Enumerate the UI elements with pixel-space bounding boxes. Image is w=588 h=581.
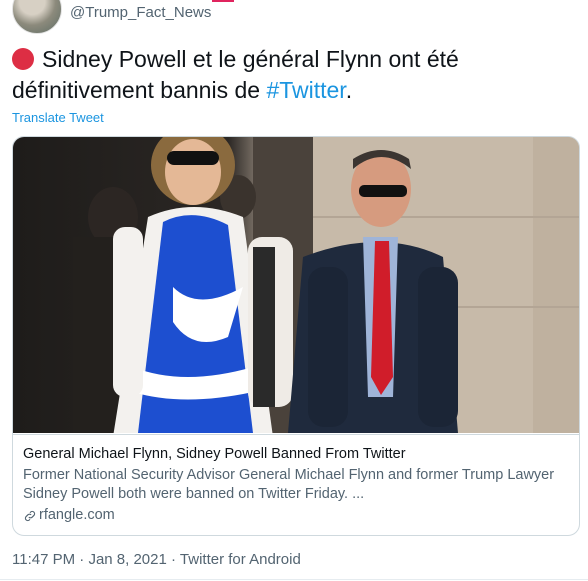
red-circle-icon bbox=[12, 48, 34, 70]
translate-tweet-link[interactable]: Translate Tweet bbox=[12, 110, 104, 125]
divider bbox=[0, 579, 588, 580]
card-text[interactable]: General Michael Flynn, Sidney Powell Ban… bbox=[13, 434, 579, 535]
hashtag-link[interactable]: #Twitter bbox=[266, 77, 345, 103]
card-domain-text[interactable]: rfangle.com bbox=[39, 506, 115, 525]
tweet-text-part1: Sidney Powell et le général Flynn ont ét… bbox=[12, 46, 459, 103]
card-description: Former National Security Advisor General… bbox=[23, 467, 555, 502]
tweet-header: @Trump_Fact_News bbox=[12, 0, 572, 34]
card-title[interactable]: General Michael Flynn, Sidney Powell Ban… bbox=[23, 445, 569, 464]
card-image[interactable] bbox=[13, 137, 579, 433]
tweet-date[interactable]: Jan 8, 2021 bbox=[88, 551, 166, 568]
tweet-meta: 11:47 PM · Jan 8, 2021 · Twitter for And… bbox=[12, 551, 301, 568]
meta-separator: · bbox=[166, 551, 180, 568]
tweet-text-part2: . bbox=[345, 77, 353, 103]
user-handle[interactable]: @Trump_Fact_News bbox=[70, 4, 211, 21]
card-domain[interactable]: rfangle.com bbox=[23, 506, 569, 525]
tweet-text: Sidney Powell et le général Flynn ont ét… bbox=[12, 44, 572, 106]
link-icon bbox=[24, 510, 36, 521]
tweet-source[interactable]: Twitter for Android bbox=[180, 551, 301, 568]
meta-separator: · bbox=[75, 551, 89, 568]
tweet-time[interactable]: 11:47 PM bbox=[12, 551, 75, 568]
avatar[interactable] bbox=[12, 0, 62, 34]
verified-flag-fragment bbox=[212, 0, 234, 2]
link-preview-card[interactable]: General Michael Flynn, Sidney Powell Ban… bbox=[12, 136, 580, 536]
